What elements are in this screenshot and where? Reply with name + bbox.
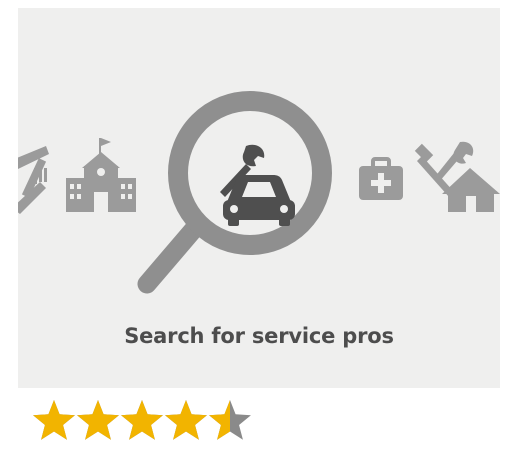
star-filled-1 <box>33 400 75 440</box>
home-repair-icon <box>414 141 500 212</box>
star-rating <box>33 400 251 440</box>
service-promo-panel: Search for service pros <box>18 8 500 388</box>
star-filled-4 <box>165 400 207 440</box>
school-icon <box>66 138 136 212</box>
star-filled-3 <box>121 400 163 440</box>
promo-caption: Search for service pros <box>124 324 394 348</box>
star-filled-2 <box>77 400 119 440</box>
medical-kit-icon <box>359 157 403 200</box>
tools-icon <box>18 146 49 214</box>
car-repair-icon <box>220 144 295 226</box>
